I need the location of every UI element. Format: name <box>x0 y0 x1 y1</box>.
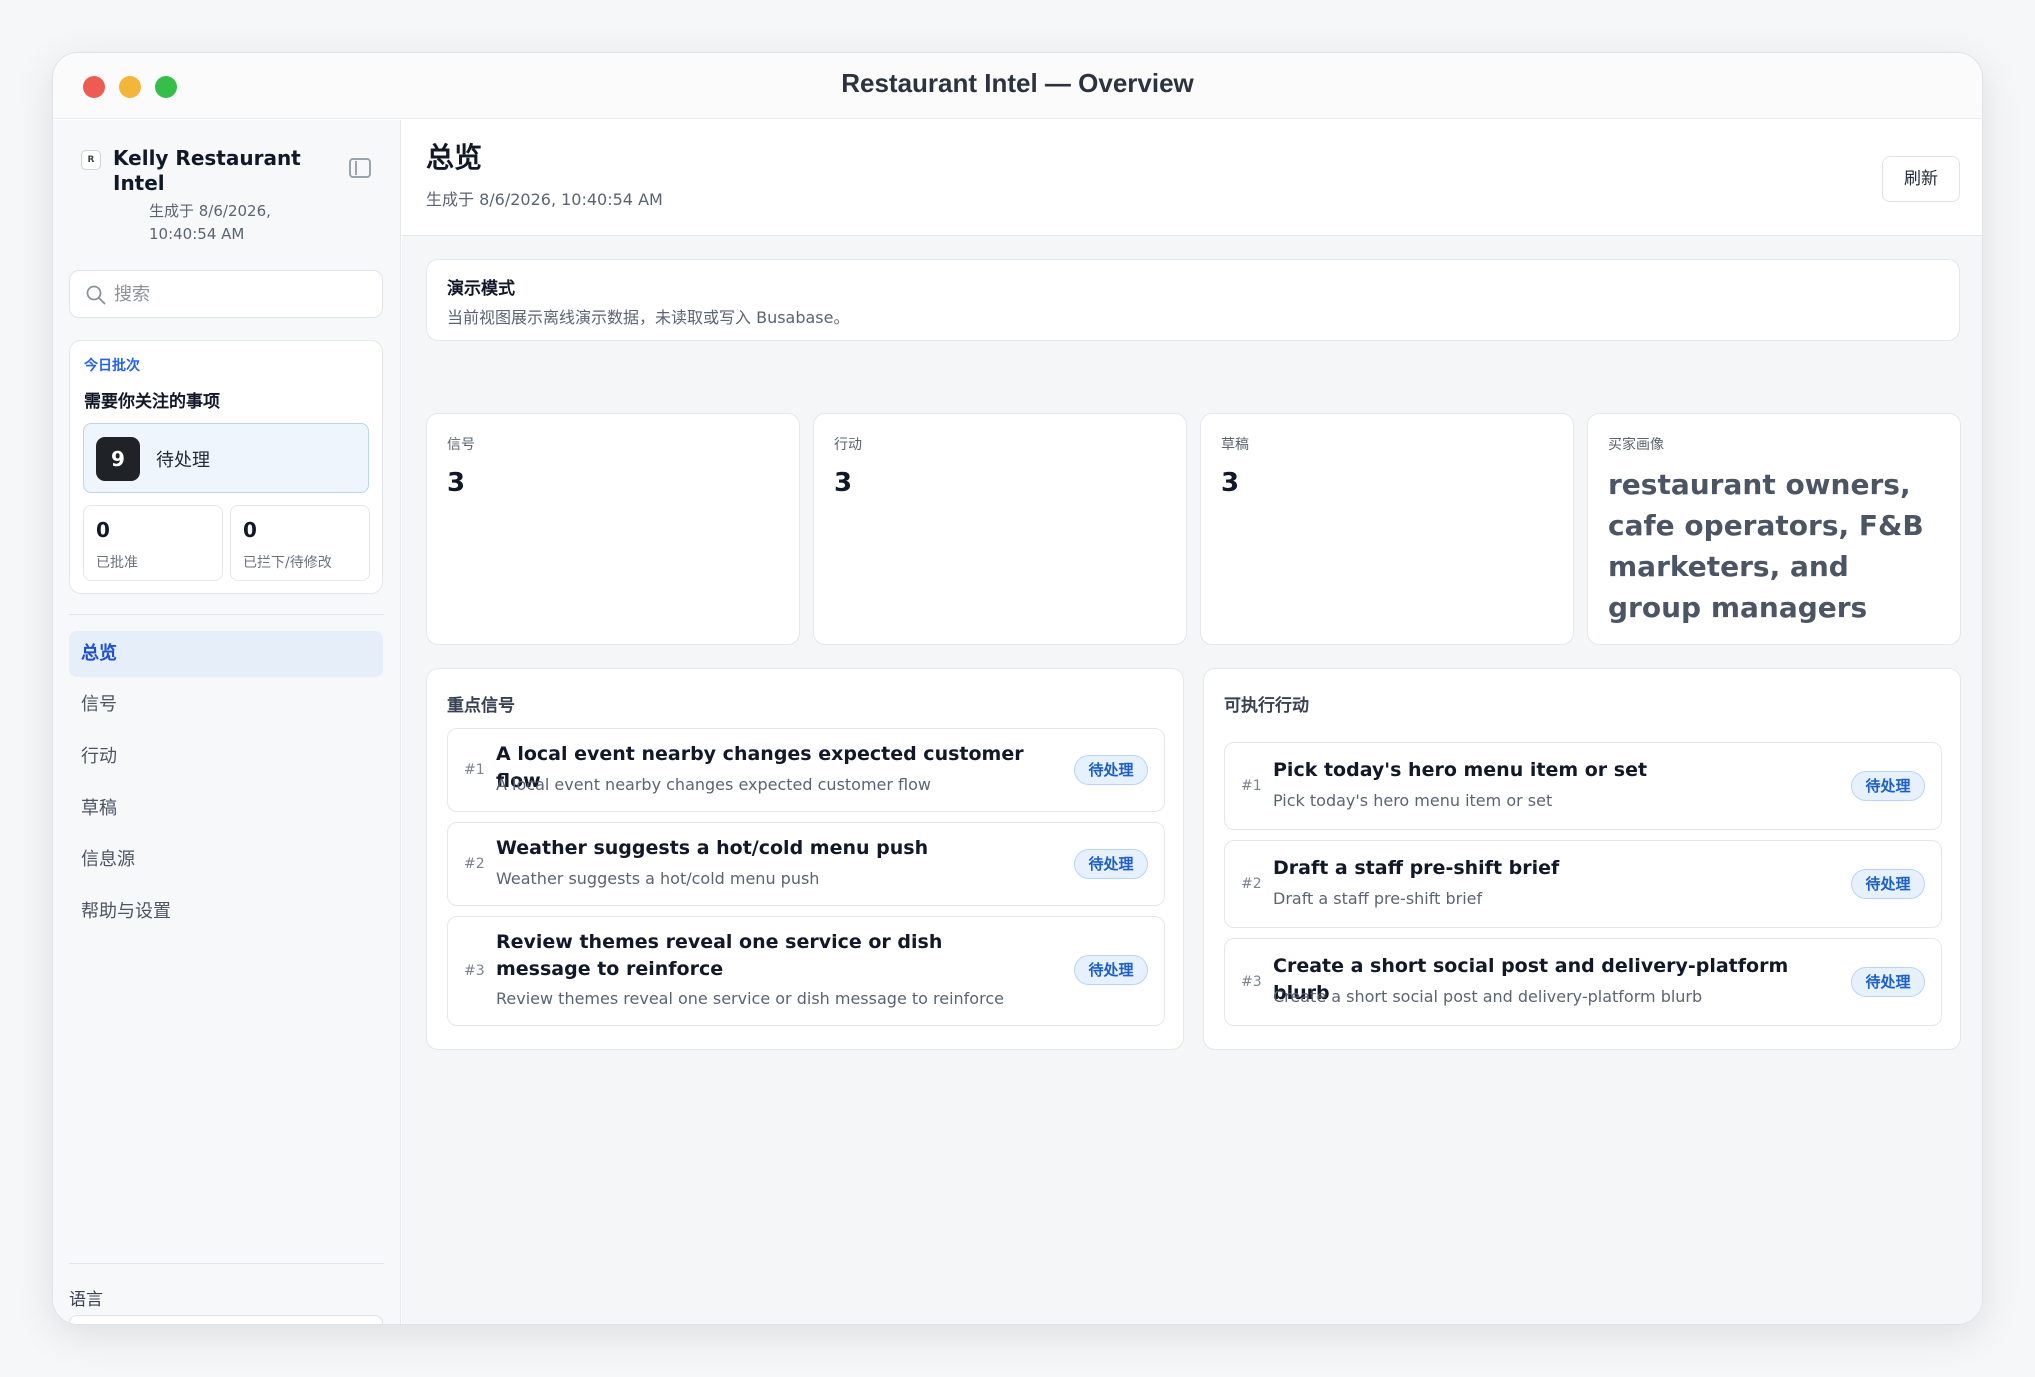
item-rank: #2 <box>1241 876 1262 892</box>
sidebar-toggle-icon[interactable] <box>349 158 371 178</box>
stat-card-buyer-persona: 买家画像 restaurant owners, cafe operators, … <box>1587 413 1961 645</box>
item-rank: #1 <box>1241 778 1262 794</box>
demo-title: 演示模式 <box>447 279 515 299</box>
search-box[interactable] <box>69 270 383 318</box>
stat-value: 3 <box>1221 468 1240 498</box>
status-badge: 待处理 <box>1074 849 1148 879</box>
stat-label: 买家画像 <box>1608 437 1664 453</box>
nav-item-drafts[interactable]: 草稿 <box>69 786 383 832</box>
list-title: 重点信号 <box>447 696 515 716</box>
signal-item[interactable]: #2 Weather suggests a hot/cold menu push… <box>447 822 1165 906</box>
action-item[interactable]: #1 Pick today's hero menu item or set Pi… <box>1224 742 1942 830</box>
demo-description: 当前视图展示离线演示数据，未读取或写入 Busabase。 <box>447 308 850 327</box>
sidebar: R Kelly Restaurant Intel 生成于 8/6/2026, 1… <box>53 120 401 1324</box>
language-select[interactable]: 中文 <box>69 1315 383 1324</box>
app-window: Restaurant Intel — Overview R Kelly Rest… <box>52 52 1983 1325</box>
item-description: Create a short social post and delivery-… <box>1273 987 1703 1006</box>
item-description: Weather suggests a hot/cold menu push <box>496 869 820 888</box>
batch-label: 今日批次 <box>84 358 140 374</box>
search-icon <box>86 285 106 305</box>
status-badge: 待处理 <box>1851 771 1925 801</box>
stat-value: 3 <box>834 468 853 498</box>
list-title: 可执行行动 <box>1224 696 1309 716</box>
pending-summary[interactable]: 9 待处理 <box>83 423 369 493</box>
pending-count: 9 <box>96 437 140 481</box>
signal-item[interactable]: #1 A local event nearby changes expected… <box>447 728 1165 812</box>
item-description: A local event nearby changes expected cu… <box>496 775 932 794</box>
main-content: 总览 生成于 8/6/2026, 10:40:54 AM 刷新 演示模式 当前视… <box>402 120 1982 1324</box>
brand-generated-at: 生成于 8/6/2026, 10:40:54 AM <box>149 202 271 243</box>
status-badge: 待处理 <box>1074 755 1148 785</box>
approved-label: 已批准 <box>96 555 138 571</box>
item-rank: #2 <box>464 856 485 872</box>
signal-item[interactable]: #3 Review themes reveal one service or d… <box>447 916 1165 1026</box>
nav-item-overview[interactable]: 总览 <box>69 631 383 677</box>
today-batch-card: 今日批次 需要你关注的事项 9 待处理 0 已批准 0 已拦下/待修改 <box>69 340 383 594</box>
item-description: Pick today's hero menu item or set <box>1273 791 1553 810</box>
sidebar-divider <box>69 1263 384 1264</box>
rejected-stat[interactable]: 0 已拦下/待修改 <box>230 505 370 581</box>
status-badge: 待处理 <box>1851 869 1925 899</box>
nav-item-sources[interactable]: 信息源 <box>69 837 383 883</box>
item-title: Draft a staff pre-shift brief <box>1273 857 1560 879</box>
item-title: Review themes reveal one service or dish… <box>496 931 943 980</box>
brand-logo: R <box>81 150 101 170</box>
item-title: Pick today's hero menu item or set <box>1273 759 1648 781</box>
nav-item-actions[interactable]: 行动 <box>69 734 383 780</box>
stat-card-signals: 信号 3 <box>426 413 800 645</box>
stat-label: 行动 <box>834 437 862 453</box>
item-rank: #1 <box>464 762 485 778</box>
item-title: Weather suggests a hot/cold menu push <box>496 837 929 859</box>
approved-count: 0 <box>96 518 110 542</box>
batch-title: 需要你关注的事项 <box>84 392 220 412</box>
status-badge: 待处理 <box>1074 955 1148 985</box>
action-item[interactable]: #2 Draft a staff pre-shift brief Draft a… <box>1224 840 1942 928</box>
stat-card-actions: 行动 3 <box>813 413 1187 645</box>
language-label: 语言 <box>69 1290 103 1310</box>
actionable-actions-card: 可执行行动 #1 Pick today's hero menu item or … <box>1203 668 1961 1050</box>
stat-label: 信号 <box>447 437 475 453</box>
stat-label: 草稿 <box>1221 437 1249 453</box>
pending-label: 待处理 <box>156 450 210 471</box>
status-badge: 待处理 <box>1851 967 1925 997</box>
nav-item-help-settings[interactable]: 帮助与设置 <box>69 889 383 935</box>
sidebar-divider <box>69 614 384 615</box>
nav-item-signals[interactable]: 信号 <box>69 682 383 728</box>
title-bar: Restaurant Intel — Overview <box>53 53 1982 119</box>
window-title: Restaurant Intel — Overview <box>841 68 1194 98</box>
item-description: Review themes reveal one service or dish… <box>496 989 1004 1008</box>
stat-value: 3 <box>447 468 466 498</box>
top-signals-card: 重点信号 #1 A local event nearby changes exp… <box>426 668 1184 1050</box>
brand-name: Kelly Restaurant Intel <box>113 146 301 195</box>
page-subtitle: 生成于 8/6/2026, 10:40:54 AM <box>426 190 663 209</box>
page-title: 总览 <box>426 141 483 174</box>
search-input[interactable] <box>114 279 364 309</box>
action-item[interactable]: #3 Create a short social post and delive… <box>1224 938 1942 1026</box>
refresh-button[interactable]: 刷新 <box>1882 156 1960 202</box>
stat-value: restaurant owners, cafe operators, F&B m… <box>1608 468 1924 624</box>
approved-stat[interactable]: 0 已批准 <box>83 505 223 581</box>
rejected-count: 0 <box>243 518 257 542</box>
stat-card-drafts: 草稿 3 <box>1200 413 1574 645</box>
item-rank: #3 <box>1241 974 1262 990</box>
demo-mode-banner: 演示模式 当前视图展示离线演示数据，未读取或写入 Busabase。 <box>426 259 1960 341</box>
rejected-label: 已拦下/待修改 <box>243 555 332 571</box>
page-header: 总览 生成于 8/6/2026, 10:40:54 AM 刷新 <box>402 120 1982 236</box>
item-description: Draft a staff pre-shift brief <box>1273 889 1483 908</box>
item-rank: #3 <box>464 963 485 979</box>
